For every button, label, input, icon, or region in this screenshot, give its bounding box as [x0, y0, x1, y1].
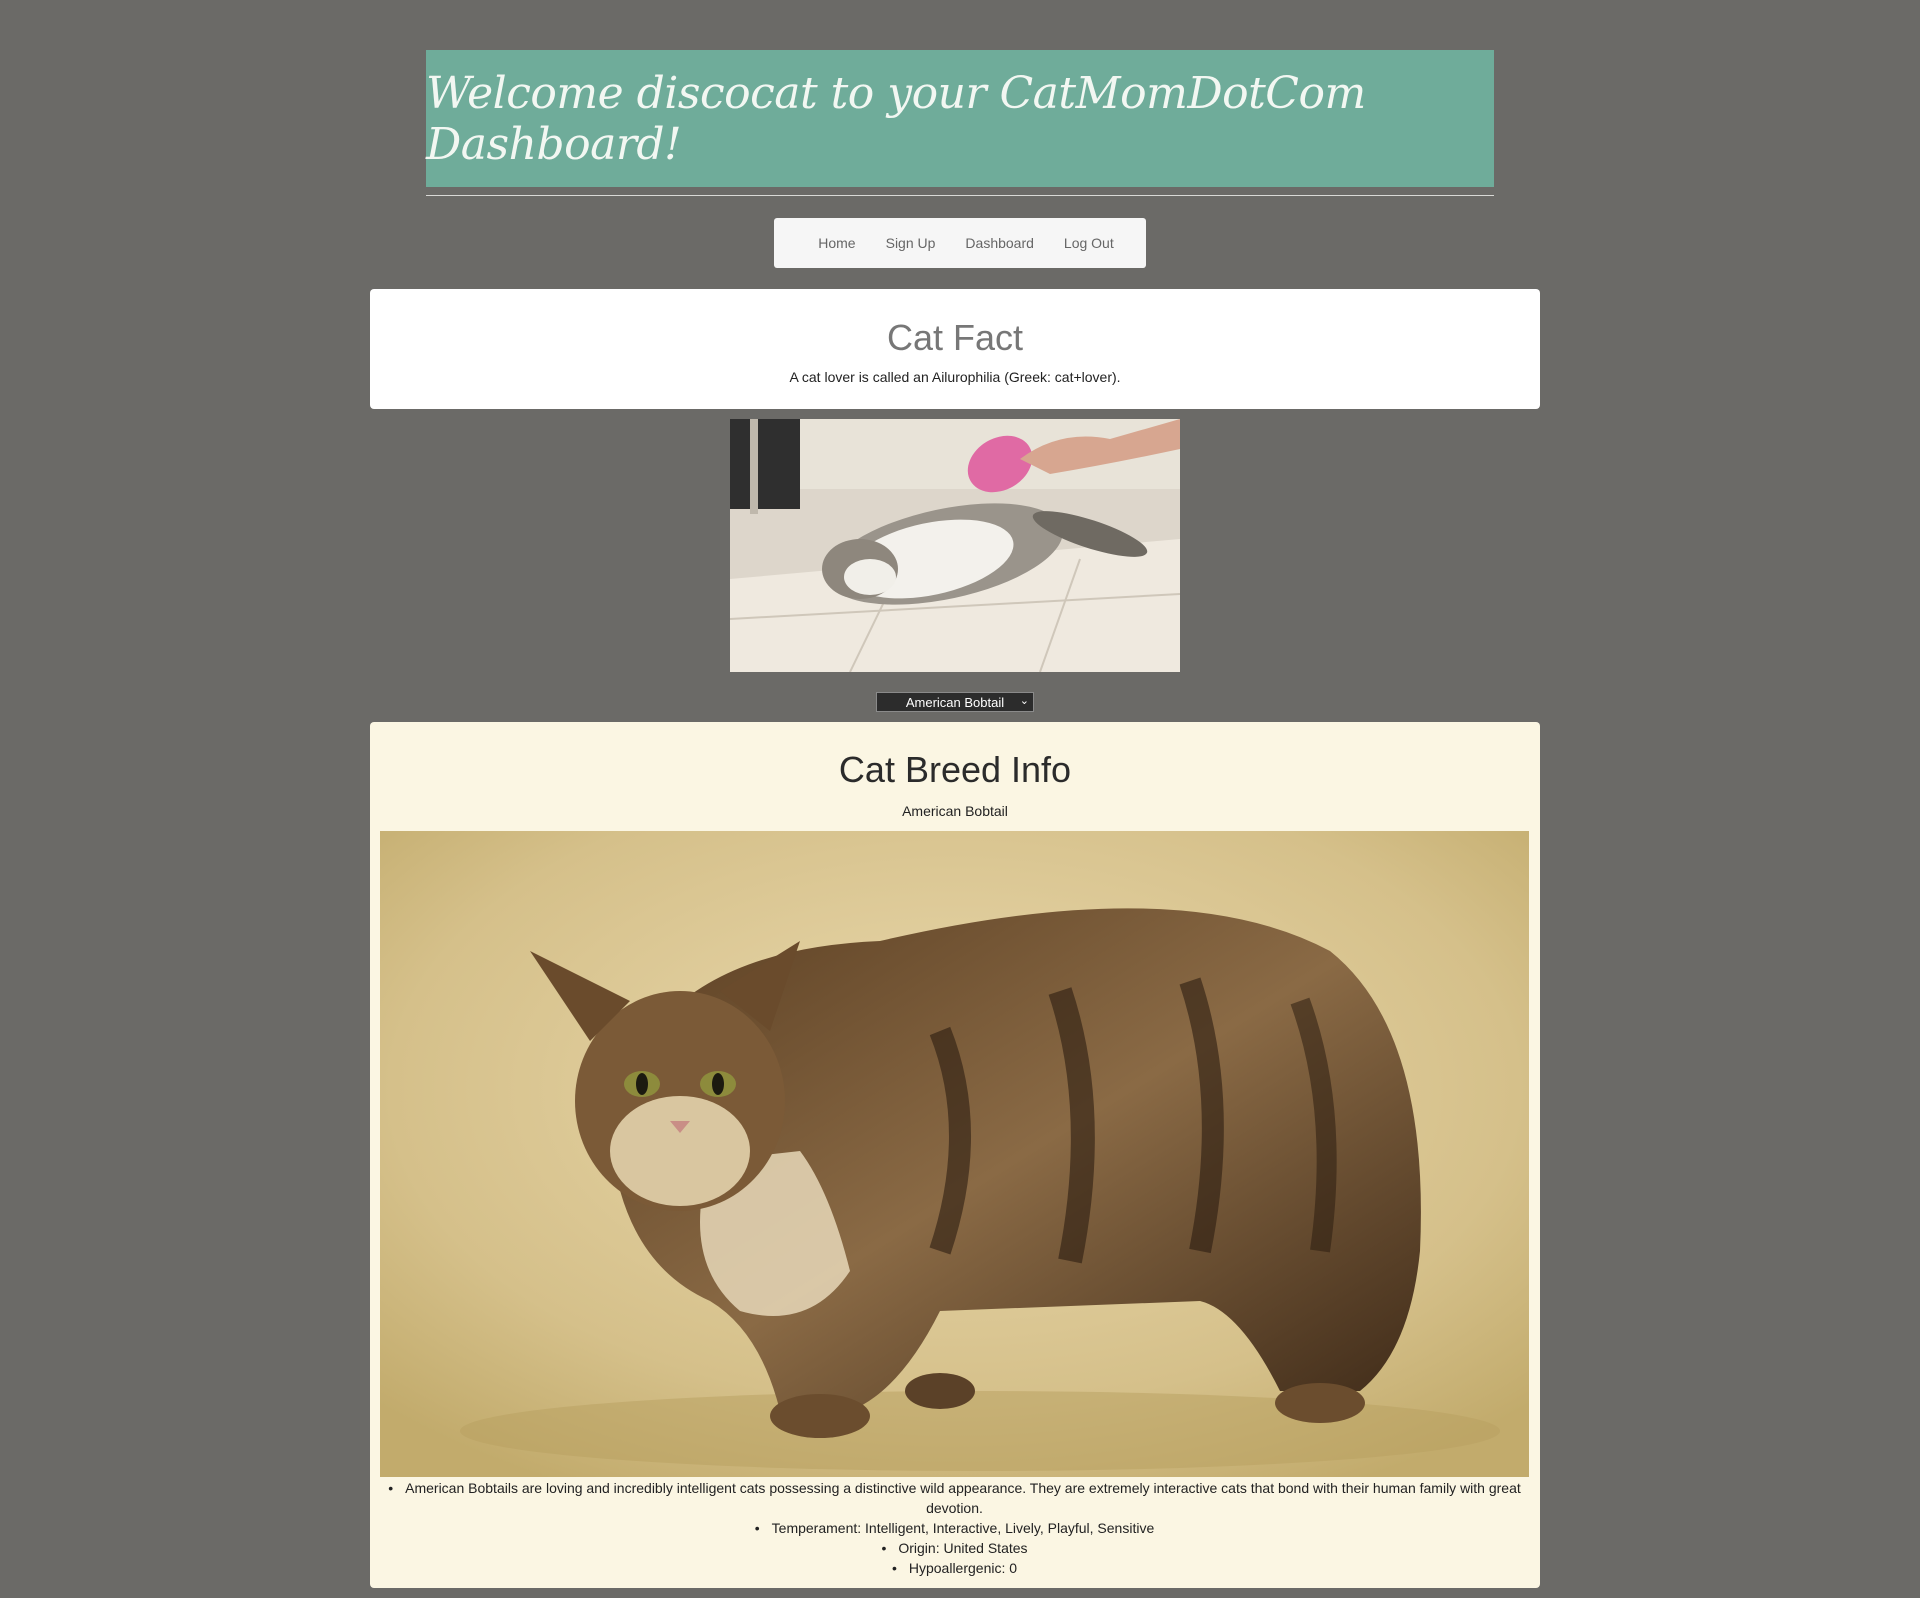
- breed-description: American Bobtails are loving and incredi…: [380, 1478, 1529, 1518]
- nav-signup-link[interactable]: Sign Up: [886, 235, 936, 251]
- dashboard-banner: Welcome discocat to your CatMomDotCom Da…: [426, 50, 1494, 187]
- nav-home-link[interactable]: Home: [818, 235, 855, 251]
- cat-breed-info-card: Cat Breed Info American Bobtail • Americ…: [370, 722, 1540, 1588]
- breed-info-heading: Cat Breed Info: [838, 749, 1072, 790]
- cat-fact-card: Cat Fact A cat lover is called an Ailuro…: [370, 289, 1540, 409]
- nav-logout-link[interactable]: Log Out: [1064, 235, 1114, 251]
- cat-fact-image: [730, 419, 1180, 672]
- chevron-down-icon: ⌄: [1019, 695, 1029, 707]
- cat-fact-heading: Cat Fact: [886, 317, 1024, 358]
- cat-fact-text: A cat lover is called an Ailurophilia (G…: [789, 369, 1121, 385]
- breed-origin: Origin: United States: [380, 1538, 1529, 1558]
- banner-divider: [426, 195, 1494, 196]
- nav-dashboard-link[interactable]: Dashboard: [965, 235, 1034, 251]
- breed-name: American Bobtail: [902, 803, 1008, 819]
- breed-details-list: American Bobtails are loving and incredi…: [380, 1478, 1529, 1578]
- breed-select-dropdown[interactable]: American Bobtail ⌄: [876, 692, 1034, 712]
- breed-select-value: American Bobtail: [905, 694, 1005, 710]
- breed-hypoallergenic: Hypoallergenic: 0: [380, 1558, 1529, 1578]
- breed-temperament: Temperament: Intelligent, Interactive, L…: [380, 1518, 1529, 1538]
- breed-image: [380, 831, 1529, 1477]
- main-nav: Home Sign Up Dashboard Log Out: [774, 218, 1146, 268]
- page-title: Welcome discocat to your CatMomDotCom Da…: [426, 67, 1366, 170]
